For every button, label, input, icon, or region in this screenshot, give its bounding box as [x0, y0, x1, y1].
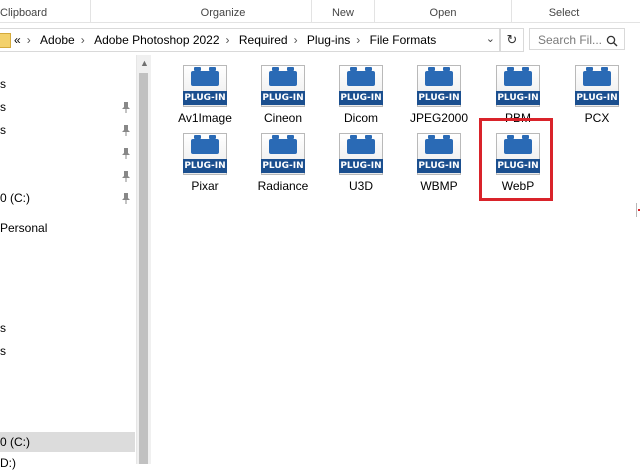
nav-item[interactable]	[0, 143, 135, 163]
plugin-file-icon: PLUG-IN	[417, 65, 461, 107]
nav-item[interactable]: s	[0, 74, 135, 94]
search-input[interactable]: Search Fil...	[529, 28, 625, 50]
folder-icon	[0, 33, 11, 48]
file-item-pixar[interactable]: PLUG-IN Pixar	[168, 123, 242, 193]
nav-item-label: 0 (C:)	[0, 191, 30, 205]
nav-item-personal[interactable]: Personal	[0, 218, 135, 238]
ribbon-group-clipboard: Clipboard	[0, 0, 91, 22]
scrollbar-thumb[interactable]	[139, 73, 148, 464]
plugin-badge: PLUG-IN	[575, 91, 619, 105]
plugin-file-icon: PLUG-IN	[496, 65, 540, 107]
navigation-pane: s s s 0 (C:) Personal s s 0 (C:) D:)	[0, 55, 135, 470]
nav-item[interactable]: s	[0, 97, 135, 117]
pin-icon	[122, 125, 130, 136]
nav-item[interactable]: s	[0, 341, 135, 361]
plugin-badge: PLUG-IN	[339, 91, 383, 105]
nav-item[interactable]: s	[0, 120, 135, 140]
plugin-file-icon: PLUG-IN	[339, 133, 383, 175]
plugin-file-icon: PLUG-IN	[261, 133, 305, 175]
nav-item-drive-d[interactable]: D:)	[0, 453, 135, 473]
plugin-badge: PLUG-IN	[496, 91, 540, 105]
pin-icon	[122, 193, 130, 204]
file-item-pbm[interactable]: PLUG-IN PBM	[481, 55, 555, 125]
file-item-pcx[interactable]: PLUG-IN PCX	[560, 55, 634, 125]
file-item-cineon[interactable]: PLUG-IN Cineon	[246, 55, 320, 125]
breadcrumb-adobe[interactable]: Adobe	[40, 29, 75, 51]
search-icon	[606, 29, 618, 51]
breadcrumb-file-formats[interactable]: File Formats	[370, 29, 437, 51]
ribbon-group-new: New	[312, 0, 375, 22]
file-item-u3d[interactable]: PLUG-IN U3D	[324, 123, 398, 193]
nav-item-label: s	[0, 123, 6, 137]
ribbon-group-labels: Clipboard Organize New Open Select	[0, 0, 640, 23]
breadcrumb-adobe-photoshop-2022[interactable]: Adobe Photoshop 2022	[94, 29, 219, 51]
plugin-badge: PLUG-IN	[417, 159, 461, 173]
chevron-right-icon: ›	[225, 33, 230, 47]
file-item-radiance[interactable]: PLUG-IN Radiance	[246, 123, 320, 193]
file-item-dicom[interactable]: PLUG-IN Dicom	[324, 55, 398, 125]
refresh-button[interactable]: ↻	[500, 28, 524, 52]
nav-item[interactable]: s	[0, 318, 135, 338]
nav-item-drive-c-selected[interactable]: 0 (C:)	[0, 432, 135, 452]
nav-item-label: s	[0, 344, 6, 358]
plugin-file-icon: PLUG-IN	[183, 133, 227, 175]
nav-item-label: D:)	[0, 456, 16, 470]
refresh-icon: ↻	[506, 32, 518, 47]
breadcrumb-required[interactable]: Required	[239, 29, 288, 51]
plugin-file-icon: PLUG-IN	[183, 65, 227, 107]
address-row: « › Adobe › Adobe Photoshop 2022 › Required…	[0, 28, 640, 52]
chevron-down-icon[interactable]: ⌄	[486, 32, 495, 45]
plugin-file-icon: PLUG-IN	[575, 65, 619, 107]
file-name: WBMP	[420, 179, 458, 193]
file-name: Pixar	[191, 179, 219, 193]
ribbon-group-open: Open	[375, 0, 512, 22]
plugin-badge: PLUG-IN	[183, 91, 227, 105]
plugin-file-icon: PLUG-IN	[339, 65, 383, 107]
pin-icon	[122, 102, 130, 113]
breadcrumb-plug-ins[interactable]: Plug-ins	[307, 29, 350, 51]
plugin-badge: PLUG-IN	[417, 91, 461, 105]
window-edge-marker	[636, 203, 640, 217]
chevron-right-icon: ›	[80, 33, 85, 47]
nav-scrollbar[interactable]: ▲	[136, 55, 151, 464]
plugin-badge: PLUG-IN	[183, 159, 227, 173]
nav-item-drive-c[interactable]: 0 (C:)	[0, 188, 135, 208]
file-name: U3D	[348, 179, 373, 193]
file-item-av1image[interactable]: PLUG-IN Av1Image	[168, 55, 242, 125]
plugin-file-icon: PLUG-IN	[417, 133, 461, 175]
ribbon-group-select: Select	[548, 7, 580, 19]
pin-icon	[122, 171, 130, 182]
plugin-file-icon: PLUG-IN	[261, 65, 305, 107]
file-name: PCX	[584, 111, 610, 125]
highlight-box	[479, 118, 553, 201]
breadcrumb: « › Adobe › Adobe Photoshop 2022 › Required…	[14, 29, 436, 51]
plugin-badge: PLUG-IN	[261, 91, 305, 105]
search-placeholder: Search Fil...	[538, 33, 603, 47]
nav-item-label: 0 (C:)	[0, 435, 30, 449]
nav-item-label: s	[0, 100, 6, 114]
nav-item[interactable]	[0, 166, 135, 186]
file-item-jpeg2000[interactable]: PLUG-IN JPEG2000	[402, 55, 476, 125]
nav-item-label: Personal	[0, 221, 48, 235]
chevron-right-icon: ›	[356, 33, 361, 47]
pin-icon	[122, 148, 130, 159]
chevron-right-icon: ›	[26, 33, 31, 47]
chevron-right-icon: ›	[293, 33, 298, 47]
breadcrumb-overflow[interactable]: «	[14, 29, 21, 51]
file-list: PLUG-IN Av1Image PLUG-IN Cineon PLUG-IN Dicom…	[152, 55, 640, 464]
file-item-wbmp[interactable]: PLUG-IN WBMP	[402, 123, 476, 193]
plugin-badge: PLUG-IN	[261, 159, 305, 173]
ribbon-group-organize: Organize	[135, 0, 312, 22]
nav-item-label: s	[0, 77, 6, 91]
scroll-up-arrow-icon[interactable]: ▲	[140, 58, 149, 68]
file-name: Radiance	[257, 179, 309, 193]
address-bar[interactable]: « › Adobe › Adobe Photoshop 2022 › Required…	[0, 28, 500, 52]
nav-item-label: s	[0, 321, 6, 335]
plugin-badge: PLUG-IN	[339, 159, 383, 173]
